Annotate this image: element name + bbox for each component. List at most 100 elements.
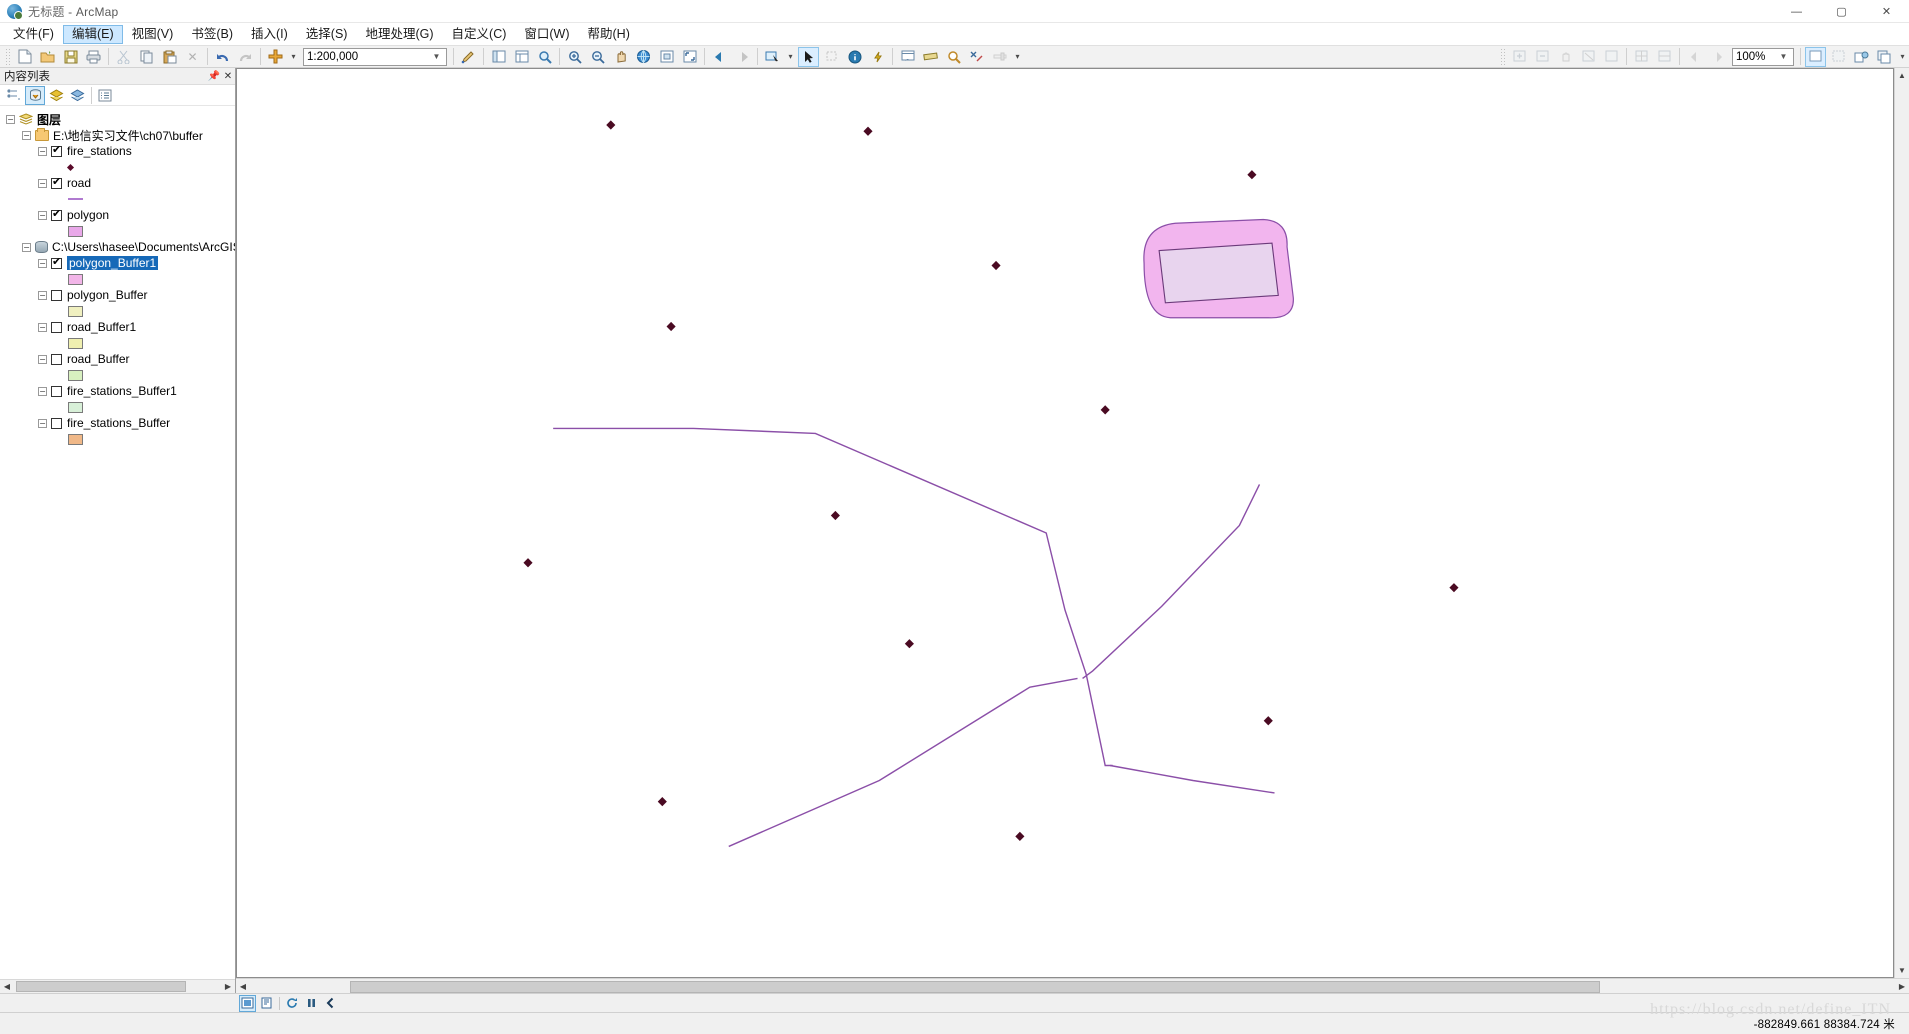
map-scale-combo[interactable]: ▼ (303, 47, 447, 66)
add-data-icon[interactable] (265, 47, 286, 67)
copy-icon[interactable] (136, 47, 157, 67)
change-layout-icon[interactable] (1851, 47, 1872, 67)
layer-tree-root[interactable]: − 图层 (6, 111, 235, 127)
chevron-down-icon[interactable]: ▼ (1775, 49, 1792, 65)
redo-icon[interactable] (235, 47, 256, 67)
layer-item-fire_stations[interactable]: − fire_stations (6, 143, 235, 159)
expander-icon[interactable]: − (6, 114, 15, 124)
layout-full-extent-icon[interactable] (1578, 47, 1599, 67)
polygon-symbol-icon[interactable] (68, 305, 83, 317)
menu-edit[interactable]: 编辑(E) (62, 24, 123, 44)
pin-icon[interactable]: 📌 (207, 69, 221, 84)
layer-label[interactable]: road_Buffer1 (67, 320, 136, 334)
expander-icon[interactable]: − (38, 258, 47, 268)
layer-symbol-row[interactable] (6, 159, 235, 175)
fixed-zoom-in-icon[interactable] (656, 47, 677, 67)
maximize-button[interactable]: ▢ (1819, 0, 1864, 23)
layer-label[interactable]: fire_stations (67, 144, 132, 158)
polygon-symbol-icon[interactable] (68, 401, 83, 413)
layer-visibility-checkbox[interactable] (51, 385, 62, 397)
layer-visibility-checkbox[interactable] (51, 144, 62, 157)
cut-icon[interactable] (113, 47, 134, 67)
select-arrow-icon[interactable] (798, 46, 819, 67)
scroll-right-icon[interactable]: ▶ (221, 980, 235, 993)
layout-zoom-input[interactable] (1733, 48, 1775, 65)
layer-symbol-row[interactable] (6, 431, 235, 447)
layer-visibility-checkbox[interactable] (51, 321, 62, 333)
layer-visibility-checkbox[interactable] (51, 256, 62, 269)
layer-visibility-checkbox[interactable] (51, 417, 62, 429)
data-driven-pages-icon[interactable] (1874, 47, 1895, 67)
find-route-icon[interactable] (966, 47, 987, 67)
chevron-down-icon[interactable]: ▼ (428, 49, 445, 65)
toolbar-overflow-icon[interactable]: ▾ (1897, 47, 1908, 67)
expander-icon[interactable]: − (38, 290, 47, 300)
select-features-icon[interactable] (762, 47, 783, 67)
select-features-dropdown-icon[interactable]: ▾ (785, 47, 796, 67)
list-by-visibility-icon[interactable] (46, 86, 66, 105)
tree-group-workspace-folder[interactable]: − E:\地信实习文件\ch07\buffer (6, 127, 235, 143)
layer-item-polygon_Buffer1[interactable]: − polygon_Buffer1 (6, 255, 235, 271)
layer-symbol-row[interactable] (6, 223, 235, 239)
scroll-left-icon[interactable]: ◀ (0, 980, 14, 993)
expander-icon[interactable]: − (22, 242, 31, 252)
layout-zoom-in-icon[interactable] (1509, 47, 1530, 67)
back-extent-icon[interactable] (709, 47, 730, 67)
layer-visibility-checkbox[interactable] (51, 176, 62, 189)
catalog-icon[interactable] (511, 47, 532, 67)
open-icon[interactable] (37, 47, 58, 67)
menu-file[interactable]: 文件(F) (4, 25, 63, 44)
hyperlink-icon[interactable] (867, 47, 888, 67)
delete-icon[interactable]: ✕ (182, 47, 203, 67)
layer-symbol-row[interactable] (6, 367, 235, 383)
previous-extent-icon[interactable] (322, 995, 339, 1012)
menu-bookmarks[interactable]: 书签(B) (182, 25, 242, 44)
full-extent-icon[interactable] (679, 47, 700, 67)
polygon-symbol-icon[interactable] (68, 225, 83, 237)
layer-symbol-row[interactable] (6, 303, 235, 319)
expander-icon[interactable]: − (38, 322, 47, 332)
layer-symbol-row[interactable] (6, 399, 235, 415)
layer-item-polygon[interactable]: − polygon (6, 207, 235, 223)
menu-customize[interactable]: 自定义(C) (443, 25, 516, 44)
menu-insert[interactable]: 插入(I) (242, 25, 297, 44)
clear-selection-icon[interactable] (821, 47, 842, 67)
menu-geoprocessing[interactable]: 地理处理(G) (356, 25, 442, 44)
point-symbol-icon[interactable] (66, 163, 75, 171)
layer-symbol-row[interactable] (6, 191, 235, 207)
layer-label[interactable]: road (67, 176, 91, 190)
layer-label[interactable]: polygon (67, 208, 109, 222)
identify-icon[interactable] (844, 47, 865, 67)
time-slider-icon[interactable] (989, 47, 1010, 67)
scroll-right-icon[interactable]: ▶ (1895, 979, 1909, 993)
layout-go-back-icon[interactable] (1684, 47, 1705, 67)
expander-icon[interactable]: − (38, 418, 47, 428)
layer-label[interactable]: fire_stations_Buffer (67, 416, 170, 430)
toggle-draft-mode-icon[interactable] (1805, 46, 1826, 67)
close-button[interactable]: ✕ (1864, 0, 1909, 23)
undo-icon[interactable] (212, 47, 233, 67)
layer-item-road_Buffer1[interactable]: − road_Buffer1 (6, 319, 235, 335)
menu-view[interactable]: 视图(V) (123, 25, 183, 44)
layer-label[interactable]: polygon_Buffer (67, 288, 148, 302)
layer-symbol-row[interactable] (6, 271, 235, 287)
layer-item-road[interactable]: − road (6, 175, 235, 191)
menu-selection[interactable]: 选择(S) (297, 25, 357, 44)
data-view-icon[interactable] (239, 994, 256, 1012)
measure-icon[interactable] (920, 47, 941, 67)
layer-item-fire_stations_Buffer1[interactable]: − fire_stations_Buffer1 (6, 383, 235, 399)
find-icon[interactable] (943, 47, 964, 67)
map-horizontal-scrollbar[interactable]: ◀ ▶ (236, 978, 1909, 993)
polygon-symbol-icon[interactable] (68, 273, 83, 285)
layer-label[interactable]: fire_stations_Buffer1 (67, 384, 177, 398)
close-icon[interactable]: ✕ (221, 69, 235, 84)
layout-zoom-page-width-icon[interactable] (1654, 47, 1675, 67)
list-by-source-icon[interactable] (25, 85, 45, 105)
layer-item-polygon_Buffer[interactable]: − polygon_Buffer (6, 287, 235, 303)
layout-pan-icon[interactable] (1555, 47, 1576, 67)
layer-label[interactable]: road_Buffer (67, 352, 130, 366)
layer-item-road_Buffer[interactable]: − road_Buffer (6, 351, 235, 367)
print-icon[interactable] (83, 47, 104, 67)
zoom-in-icon[interactable] (564, 47, 585, 67)
forward-extent-icon[interactable] (732, 47, 753, 67)
